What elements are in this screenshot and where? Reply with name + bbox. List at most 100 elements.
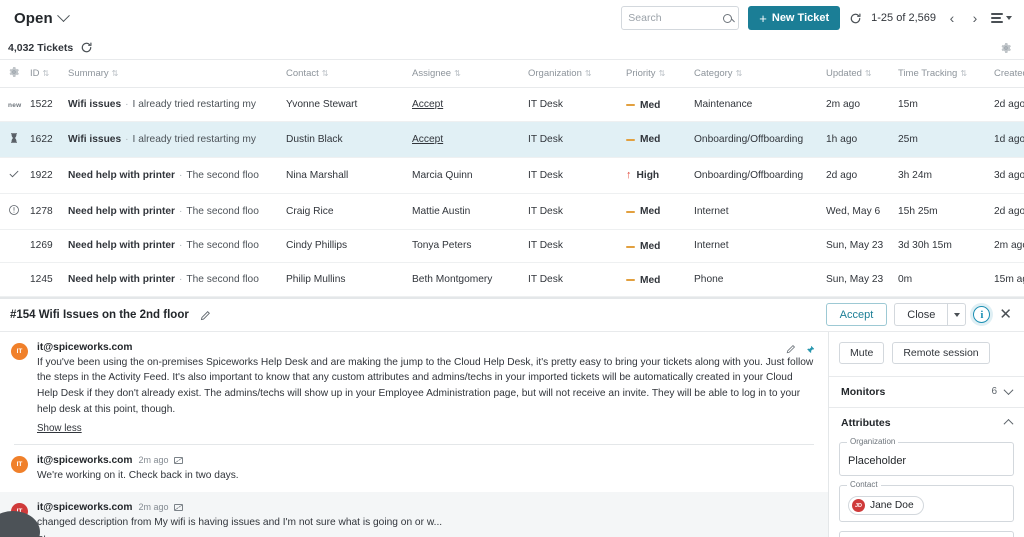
assignee-field[interactable]: Assignee [839,531,1014,537]
column-label: Created [994,68,1024,79]
search-box[interactable] [621,6,740,30]
priority-dash-icon [626,104,635,106]
sort-icon: ⇅ [864,69,872,78]
column-header-time-tracking[interactable]: Time Tracking ⇅ [898,60,994,88]
cell-assignee: Beth Montgomery [412,262,528,297]
post-header: it@spiceworks.com 2m ago [37,502,814,513]
cell-organization: IT Desk [528,87,626,122]
column-label: Time Tracking [898,68,958,79]
cell-status [0,121,30,158]
cell-organization: IT Desk [528,121,626,158]
post-text: We're working on it. Check back in two d… [37,469,239,481]
column-label: Priority [626,68,656,79]
cell-updated: Sun, May 23 [826,229,898,263]
caret-down-icon[interactable] [947,303,967,326]
priority-badge: Med [626,134,660,145]
cell-assignee: Accept [412,87,528,122]
ticket-attributes-panel: Mute Remote session Monitors 6 Attribute… [828,331,1024,537]
section-monitors[interactable]: Monitors 6 [829,375,1024,407]
table-row[interactable]: 1278 Need help with printer · The second fl… [0,193,1024,230]
remote-session-button[interactable]: Remote session [892,341,990,364]
search-input[interactable] [628,12,724,24]
column-header-category[interactable]: Category ⇅ [694,60,826,88]
organization-field[interactable]: Organization Placeholder [839,436,1014,476]
table-row[interactable]: 1269 Need help with printer · The second fl… [0,229,1024,263]
section-attributes[interactable]: Attributes [829,406,1024,438]
summary-separator: · [178,240,183,252]
table-row[interactable]: 1622 Wifi issues · I already tried restarti… [0,121,1024,158]
search-icon [723,13,733,23]
column-header-organization[interactable]: Organization ⇅ [528,60,626,88]
column-header-contact[interactable]: Contact ⇅ [286,60,412,88]
pencil-icon[interactable] [785,342,796,354]
cell-priority: Med [626,87,694,122]
show-toggle-link[interactable]: Show less [37,423,82,434]
view-filter-dropdown[interactable]: Open [14,8,70,27]
list-view-icon[interactable] [991,13,1012,23]
refresh-icon[interactable] [80,41,93,54]
column-header-created[interactable]: Created⇅ [994,60,1024,88]
cell-created: 2m ago [994,229,1024,263]
sort-icon: ⇅ [321,69,329,78]
priority-label: Med [640,134,661,146]
assignee-name: Marcia Quinn [412,169,473,181]
column-label: Category [694,68,733,79]
summary-separator: · [178,169,183,181]
cell-status [0,229,30,263]
section-title: Attributes [841,416,891,429]
cell-id: 1278 [30,193,68,230]
cell-summary: Need help with printer · The second floo [68,193,286,230]
accept-link[interactable]: Accept [412,99,443,110]
column-header-updated[interactable]: Updated ⇅ [826,60,898,88]
table-row[interactable]: new 1522 Wifi issues · I already tried resta… [0,87,1024,122]
close-ticket-button[interactable]: Close [894,303,948,326]
column-label: Updated [826,68,862,79]
cell-summary: Need help with printer · The second floo [68,229,286,263]
pencil-icon[interactable] [199,309,211,321]
column-header-assignee[interactable]: Assignee ⇅ [412,60,528,88]
cell-organization: IT Desk [528,193,626,230]
post-header: it@spiceworks.com [37,342,814,353]
post-author: it@spiceworks.com [37,341,133,353]
column-header-id[interactable]: ID ⇅ [30,60,68,88]
contact-name: Jane Doe [870,500,914,511]
contact-chip[interactable]: JD Jane Doe [848,496,924,515]
column-header-priority[interactable]: Priority ⇅ [626,60,694,88]
refresh-icon[interactable] [849,12,862,25]
new-ticket-label: New Ticket [771,12,830,24]
caret-down-icon [1006,15,1012,20]
summary-separator: · [125,133,129,145]
summary-separator: · [125,98,129,110]
cell-time-tracking: 0m [898,262,994,297]
cell-id: 1269 [30,229,68,263]
cell-assignee: Tonya Peters [412,229,528,263]
new-ticket-button[interactable]: + New Ticket [748,6,841,30]
ticket-detail-body: IT it@spiceworks.com If you've been using … [0,331,1024,537]
summary-title: Wifi issues [68,133,122,145]
gear-icon[interactable] [1000,42,1012,54]
contact-field[interactable]: Contact JD Jane Doe [839,479,1014,522]
cell-created: 1d ago [994,121,1024,158]
column-settings-gear[interactable] [0,60,30,88]
next-page-button[interactable]: › [968,11,982,25]
cell-category: Internet [694,229,826,263]
pin-icon[interactable] [805,342,815,354]
accept-button[interactable]: Accept [825,303,888,326]
table-row[interactable]: 1922 Need help with printer · The second fl… [0,157,1024,194]
mute-button[interactable]: Mute [839,341,885,364]
accept-link[interactable]: Accept [412,134,443,145]
activity-thread: IT it@spiceworks.com If you've been using … [0,332,828,537]
column-label: ID [30,68,40,79]
info-circle-icon[interactable]: i [973,306,991,323]
prev-page-button[interactable]: ‹ [945,11,959,25]
envelope-icon [174,456,184,464]
close-icon[interactable]: ✕ [997,307,1014,322]
cell-priority: ↑ High [626,157,694,194]
avatar: IT [11,455,28,473]
table-row[interactable]: 1245 Need help with printer · The second fl… [0,262,1024,297]
tickets-table: ID ⇅ Summary ⇅ Contact ⇅ Assignee ⇅ Organiza… [0,60,1024,297]
column-header-summary[interactable]: Summary ⇅ [68,60,286,88]
cell-id: 1245 [30,262,68,297]
chevron-up-icon [1003,418,1014,429]
post-author: it@spiceworks.com [37,454,133,466]
